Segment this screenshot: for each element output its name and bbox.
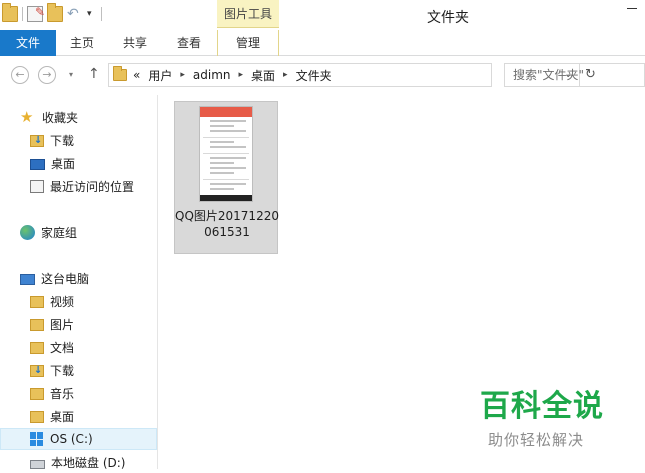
ribbon-tabs: 文件 主页 共享 查看 管理 xyxy=(0,30,645,56)
sidebar-item-pictures[interactable]: 图片 xyxy=(30,313,74,335)
sidebar-item-os-c[interactable]: OS (C:) xyxy=(0,428,157,450)
sidebar-item-label: 音乐 xyxy=(50,386,75,401)
sidebar-item-downloads-pc[interactable]: 下载 xyxy=(30,359,74,381)
file-item[interactable]: QQ图片20171220061531 xyxy=(174,101,279,254)
sidebar-item-label: 桌面 xyxy=(50,409,75,424)
sidebar-item-videos[interactable]: 视频 xyxy=(30,290,74,312)
sidebar-item-music[interactable]: 音乐 xyxy=(30,382,74,404)
tab-file[interactable]: 文件 xyxy=(0,30,56,56)
address-bar-row: ← → ▾ ↑ « 用户 ▸ adimn ▸ 桌面 ▸ 文件夹 ⌄ ↻ 搜索"文… xyxy=(0,57,645,93)
breadcrumb-item-folder[interactable]: 文件夹 xyxy=(296,67,332,84)
downloads-folder-icon xyxy=(30,365,44,377)
file-name: QQ图片20171220061531 xyxy=(175,209,279,239)
recent-locations-dropdown-icon[interactable]: ▾ xyxy=(69,70,73,79)
sidebar-item-label: 下载 xyxy=(50,363,75,378)
sidebar-item-label: 收藏夹 xyxy=(42,110,79,125)
folder-icon xyxy=(113,66,127,81)
sidebar-item-label: 这台电脑 xyxy=(41,271,90,286)
sidebar-item-label: 本地磁盘 (D:) xyxy=(51,455,126,470)
homegroup-icon xyxy=(20,224,35,240)
tab-share[interactable]: 共享 xyxy=(118,30,152,56)
star-icon: ★ xyxy=(20,108,34,126)
sidebar-item-label: 图片 xyxy=(50,317,75,332)
tab-view[interactable]: 查看 xyxy=(172,30,206,56)
minimize-icon[interactable] xyxy=(627,8,637,9)
recent-places-icon xyxy=(30,180,44,193)
sidebar-item-homegroup[interactable]: 家庭组 xyxy=(20,221,77,243)
tab-home[interactable]: 主页 xyxy=(66,30,98,56)
sidebar-item-label: 下载 xyxy=(50,133,75,148)
sidebar-item-label: 最近访问的位置 xyxy=(50,179,135,194)
sidebar-item-label: 桌面 xyxy=(51,156,76,171)
chevron-right-icon[interactable]: ▸ xyxy=(283,70,288,80)
watermark: 百科全说 助你轻松解决 xyxy=(480,381,620,449)
breadcrumb-item-user[interactable]: adimn xyxy=(193,68,231,82)
sidebar-item-label: OS (C:) xyxy=(50,432,93,446)
divider xyxy=(101,7,102,21)
breadcrumb: « 用户 ▸ adimn ▸ 桌面 ▸ 文件夹 xyxy=(133,67,332,84)
up-arrow-icon[interactable]: ↑ xyxy=(88,66,100,82)
breadcrumb-item-users[interactable]: 用户 xyxy=(148,67,172,84)
sidebar-item-this-pc[interactable]: 这台电脑 xyxy=(20,267,89,289)
customize-toolbar-icon[interactable]: ▾ xyxy=(87,6,97,22)
desktop-icon xyxy=(30,158,45,170)
sidebar-item-recent-places[interactable]: 最近访问的位置 xyxy=(30,175,134,197)
sidebar-item-documents[interactable]: 文档 xyxy=(30,336,74,358)
title-bar: ✎ ↶ ▾ 图片工具 文件夹 xyxy=(0,0,645,30)
documents-folder-icon xyxy=(30,342,44,354)
pictures-folder-icon xyxy=(30,319,44,331)
folder-icon[interactable] xyxy=(2,3,18,22)
sidebar-item-local-disk-d[interactable]: 本地磁盘 (D:) xyxy=(30,451,125,473)
chevron-right-icon[interactable]: ▸ xyxy=(239,70,244,80)
watermark-subtitle: 助你轻松解决 xyxy=(488,431,585,449)
sidebar-item-favorites[interactable]: ★ 收藏夹 xyxy=(20,106,78,128)
windows-drive-icon xyxy=(30,432,44,446)
tab-manage[interactable]: 管理 xyxy=(217,30,279,56)
sidebar-item-desktop[interactable]: 桌面 xyxy=(30,152,75,174)
back-button[interactable]: ← xyxy=(11,66,29,84)
window-title: 文件夹 xyxy=(427,10,469,26)
properties-icon[interactable]: ✎ xyxy=(27,5,45,22)
navigation-pane: ★ 收藏夹 下载 桌面 最近访问的位置 家庭组 这台电脑 视频 图片 文档 下载… xyxy=(0,95,158,470)
desktop-folder-icon xyxy=(30,411,44,423)
undo-icon[interactable]: ↶ xyxy=(67,6,83,22)
sidebar-item-label: 视频 xyxy=(50,294,75,309)
breadcrumb-overflow[interactable]: « xyxy=(133,68,140,82)
videos-folder-icon xyxy=(30,296,44,308)
new-folder-icon[interactable] xyxy=(47,3,63,22)
sidebar-item-label: 文档 xyxy=(50,340,75,355)
downloads-folder-icon xyxy=(30,135,44,147)
forward-button[interactable]: → xyxy=(38,66,56,84)
picture-tools-context-tab[interactable]: 图片工具 xyxy=(217,0,279,28)
breadcrumb-item-desktop[interactable]: 桌面 xyxy=(251,67,275,84)
address-field[interactable]: « 用户 ▸ adimn ▸ 桌面 ▸ 文件夹 ⌄ ↻ xyxy=(108,63,596,87)
watermark-title: 百科全说 xyxy=(480,389,604,424)
search-input[interactable]: 搜索"文件夹" xyxy=(504,63,645,87)
image-thumbnail xyxy=(199,106,253,202)
sidebar-item-downloads[interactable]: 下载 xyxy=(30,129,74,151)
computer-icon xyxy=(20,273,35,285)
hard-drive-icon xyxy=(30,460,45,469)
music-folder-icon xyxy=(30,388,44,400)
sidebar-item-desktop-pc[interactable]: 桌面 xyxy=(30,405,74,427)
sidebar-item-label: 家庭组 xyxy=(41,225,78,240)
quick-access-toolbar: ✎ ↶ ▾ xyxy=(2,3,102,22)
chevron-right-icon[interactable]: ▸ xyxy=(180,70,185,80)
divider xyxy=(22,7,23,21)
